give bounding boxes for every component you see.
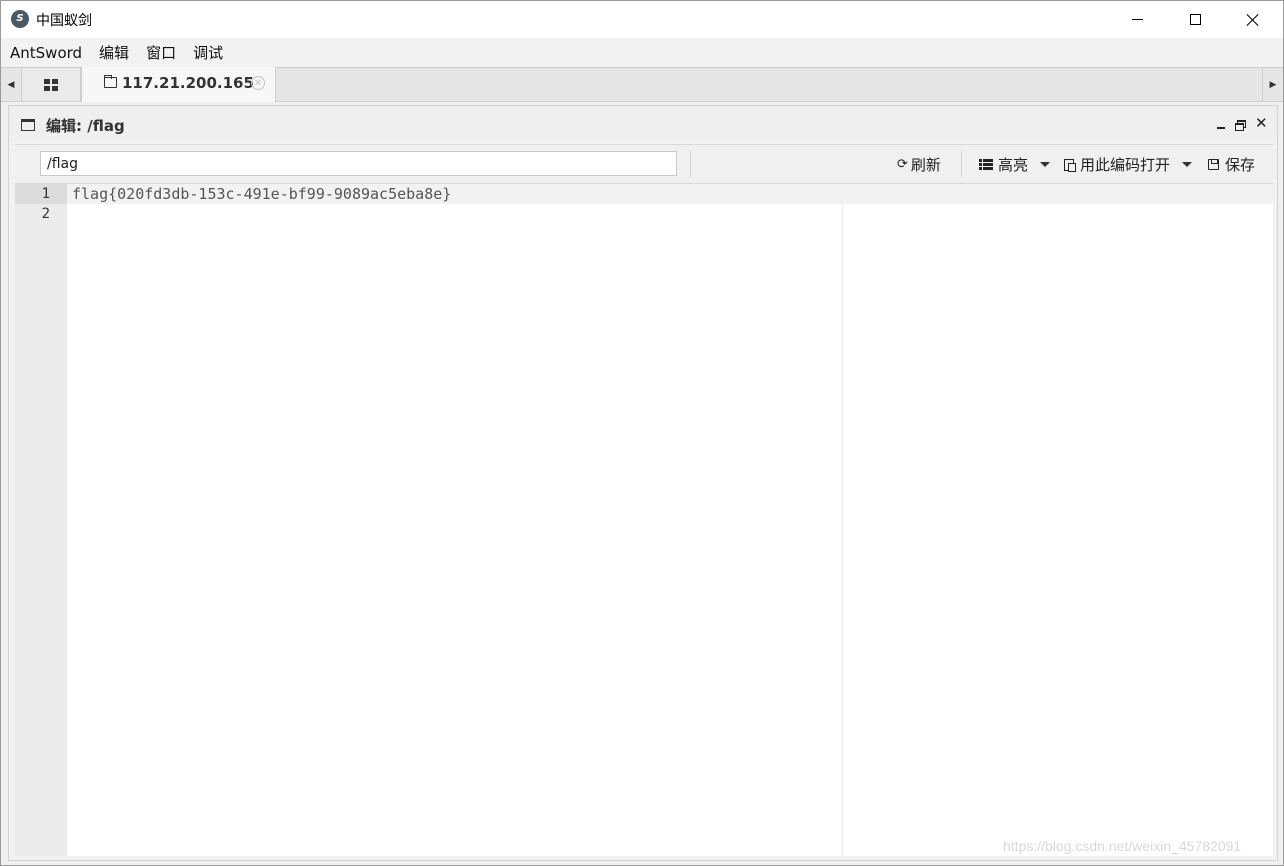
- tab-label: 117.21.200.165: [122, 74, 254, 92]
- antsword-logo-icon: S: [11, 10, 29, 28]
- code-line-text: flag{020fd3db-153c-491e-bf99-9089ac5eba8…: [72, 185, 452, 203]
- line-number-gutter: 1 2: [15, 184, 67, 856]
- close-icon: [1246, 13, 1260, 27]
- close-icon: ✕: [1255, 114, 1268, 132]
- menu-window[interactable]: 窗口: [137, 42, 184, 63]
- line-number: 1: [15, 184, 67, 204]
- save-icon: [1208, 159, 1219, 170]
- restore-icon: [1235, 123, 1244, 131]
- editor-panel: 编辑: /flag ✕ ⟳ 刷新 高亮 用此编码打开: [8, 105, 1278, 861]
- tab-shell-session[interactable]: 117.21.200.165 ✕: [81, 67, 276, 102]
- highlight-dropdown-button[interactable]: 高亮: [979, 154, 1051, 175]
- maximize-button[interactable]: [1166, 1, 1224, 38]
- editor-toolbar: ⟳ 刷新 高亮 用此编码打开 保存: [15, 144, 1273, 184]
- code-editor[interactable]: 1 2 flag{020fd3db-153c-491e-bf99-9089ac5…: [15, 184, 1273, 856]
- tab-scroll-right-button[interactable]: ▶: [1262, 68, 1283, 101]
- menu-antsword[interactable]: AntSword: [1, 44, 90, 62]
- minimize-button[interactable]: [1108, 1, 1166, 38]
- print-margin: [842, 204, 843, 856]
- menu-bar: AntSword 编辑 窗口 调试: [1, 38, 1283, 67]
- menu-edit[interactable]: 编辑: [90, 42, 137, 63]
- toolbar-divider: [961, 151, 962, 177]
- panel-title: 编辑: /flag: [46, 117, 125, 135]
- title-bar: S 中国蚁剑: [1, 1, 1283, 38]
- refresh-label: 刷新: [910, 156, 941, 174]
- folder-icon: [104, 75, 117, 88]
- chevron-down-icon: [1040, 162, 1051, 167]
- code-line[interactable]: flag{020fd3db-153c-491e-bf99-9089ac5eba8…: [67, 184, 1273, 204]
- minimize-icon: [1131, 19, 1143, 20]
- tab-scroll-left-button[interactable]: ◀: [1, 68, 22, 101]
- highlight-label: 高亮: [998, 156, 1029, 174]
- window-icon: [21, 119, 35, 131]
- minimize-icon: [1217, 127, 1225, 129]
- list-icon: [979, 159, 993, 170]
- chevron-down-icon: [1182, 162, 1193, 167]
- watermark: https://blog.csdn.net/weixin_45782091: [1003, 838, 1242, 854]
- caret-right-icon: ▶: [1269, 79, 1277, 90]
- refresh-button[interactable]: ⟳ 刷新: [897, 154, 941, 175]
- save-label: 保存: [1225, 156, 1256, 174]
- encoding-icon: [1064, 158, 1076, 172]
- refresh-icon: ⟳: [897, 157, 908, 172]
- caret-left-icon: ◀: [7, 79, 15, 90]
- menu-debug[interactable]: 调试: [184, 42, 231, 63]
- app-window: S 中国蚁剑 AntSword 编辑 窗口 调试 ◀ 117.21.200.16…: [0, 0, 1284, 866]
- tab-close-icon[interactable]: ✕: [251, 76, 265, 90]
- tab-strip: ◀ 117.21.200.165 ✕ ▶: [1, 67, 1283, 102]
- open-with-encoding-dropdown-button[interactable]: 用此编码打开: [1064, 154, 1193, 175]
- toolbar-divider: [690, 151, 691, 177]
- save-button[interactable]: 保存: [1208, 154, 1255, 175]
- window-title: 中国蚁剑: [36, 13, 92, 29]
- tab-home[interactable]: [22, 68, 81, 101]
- code-line[interactable]: [67, 204, 1273, 224]
- panel-close-button[interactable]: ✕: [1255, 114, 1268, 132]
- open-with-encoding-label: 用此编码打开: [1080, 156, 1171, 174]
- maximize-icon: [1189, 14, 1201, 25]
- panel-header: 编辑: /flag ✕: [9, 106, 1277, 142]
- file-path-input[interactable]: [40, 151, 677, 176]
- line-number: 2: [41, 206, 50, 222]
- close-window-button[interactable]: [1224, 1, 1282, 38]
- grid-icon: [44, 78, 58, 91]
